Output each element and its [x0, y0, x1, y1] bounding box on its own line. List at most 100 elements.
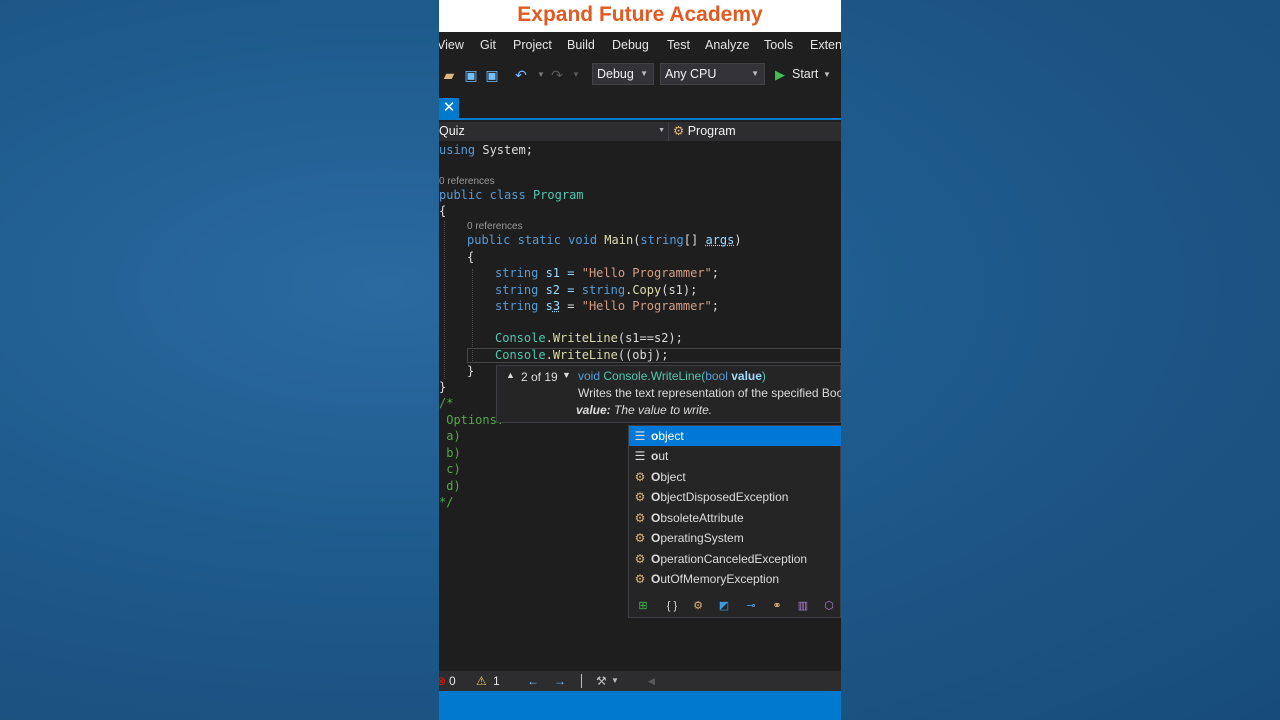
error-icon[interactable]: ⊗ [439, 671, 446, 691]
menu-extensions[interactable]: Extens [810, 38, 841, 52]
chevron-down-icon: ▼ [640, 69, 648, 78]
class-icon: ⚙ [634, 470, 646, 484]
menu-debug[interactable]: Debug [612, 38, 649, 52]
completion-item[interactable]: ⚙ ObsoleteAttribute [629, 508, 841, 528]
menu-bar: View Git Project Build Debug Test Analyz… [439, 32, 841, 58]
completion-item-label: Object [651, 470, 686, 484]
error-count: 0 [449, 674, 456, 688]
warning-count: 1 [493, 674, 500, 688]
completion-item-label: ObsoleteAttribute [651, 511, 744, 525]
warning-icon[interactable]: ⚠ [476, 671, 487, 691]
active-tab-indicator [439, 118, 841, 120]
project-dropdown[interactable]: Quiz ▼ [439, 122, 669, 141]
code-line: public static void Main(string[] args) [467, 233, 742, 247]
overload-counter: 2 of 19 [521, 370, 558, 384]
arrow-up-icon[interactable]: ▲ [506, 370, 515, 380]
completion-item-label: OperationCanceledException [651, 552, 808, 566]
document-tab-row: ✕ [439, 94, 841, 124]
completion-item[interactable]: ⚙ OperationCanceledException [629, 549, 841, 569]
status-bar [439, 691, 841, 720]
menu-analyze[interactable]: Analyze [705, 38, 749, 52]
toolbar: ▰ ▣ ▣ ↶ ▼ ↷ ▼ Debug ▼ Any CPU ▼ ▶ Start … [439, 58, 841, 94]
chevron-down-icon[interactable]: ▼ [819, 67, 835, 83]
code-line: } [467, 364, 475, 378]
code-line: public class Program [439, 188, 584, 202]
interface-icon[interactable]: ⊸ [742, 598, 760, 614]
completion-item-label: ObjectDisposedException [651, 490, 789, 504]
scroll-left-icon[interactable]: ◀ [648, 671, 655, 691]
code-comment: d) [439, 479, 461, 493]
cleanup-icon[interactable]: ⚒ [596, 671, 607, 691]
chevron-down-icon[interactable]: ▼ [533, 67, 549, 83]
namespace-icon[interactable]: { } [663, 598, 681, 614]
completion-item[interactable]: ⚙ ObjectDisposedException [629, 487, 841, 507]
menu-view[interactable]: View [439, 38, 464, 52]
open-folder-icon[interactable]: ▰ [441, 67, 457, 83]
menu-build[interactable]: Build [567, 38, 595, 52]
redo-icon[interactable]: ↷ [549, 67, 565, 83]
signature-description: Writes the text representation of the sp… [578, 386, 841, 400]
close-icon[interactable]: ✕ [439, 98, 459, 118]
menu-tools[interactable]: Tools [764, 38, 793, 52]
code-line: { [439, 204, 447, 218]
signature-help-tooltip: ▲ 2 of 19 ▼ void Console.WriteLine(bool … [496, 365, 841, 423]
separator [581, 674, 582, 688]
platform-value: Any CPU [665, 67, 717, 81]
class-icon[interactable]: ⚙ [689, 598, 707, 614]
snippet-icon[interactable]: ⊞ [634, 598, 652, 614]
navigation-bar: Quiz ▼ ⚙ Program [439, 122, 841, 141]
code-line: string s2 = string.Copy(s1); [495, 283, 698, 297]
completion-item[interactable]: ⚙ Object [629, 467, 841, 487]
module-icon[interactable]: ⬡ [820, 598, 838, 614]
arrow-down-icon[interactable]: ▼ [562, 370, 571, 380]
undo-icon[interactable]: ↶ [513, 67, 529, 83]
chevron-down-icon[interactable]: ▼ [568, 67, 584, 83]
banner-title: Expand Future Academy [517, 3, 763, 26]
menu-test[interactable]: Test [667, 38, 690, 52]
type-name: Program [687, 124, 736, 138]
completion-item[interactable]: ⚙ OperatingSystem [629, 528, 841, 548]
code-comment: /* [439, 396, 454, 410]
completion-item-label: out [651, 449, 669, 463]
completion-item-label: OperatingSystem [651, 531, 744, 545]
completion-item[interactable]: ⚙ OutOfMemoryException [629, 569, 841, 589]
class-icon: ⚙ [673, 124, 685, 138]
delegate-icon[interactable]: ⚭ [768, 598, 786, 614]
configuration-value: Debug [597, 67, 634, 81]
class-icon: ⚙ [634, 552, 646, 566]
platform-dropdown[interactable]: Any CPU ▼ [660, 63, 765, 85]
arrow-right-icon[interactable]: → [554, 671, 566, 691]
error-status-bar: ⊗ 0 ⚠ 1 ← → ⚒ ▼ ◀ [439, 671, 841, 691]
configuration-dropdown[interactable]: Debug ▼ [592, 63, 654, 85]
completion-item[interactable]: ☰ out [629, 446, 841, 466]
code-comment: Options: [439, 413, 505, 427]
keyword-icon: ☰ [634, 449, 646, 463]
code-line-current: Console.WriteLine((obj); [495, 348, 669, 362]
arrow-left-icon[interactable]: ← [527, 671, 539, 691]
play-icon[interactable]: ▶ [772, 67, 788, 83]
struct-icon[interactable]: ◩ [715, 598, 733, 614]
project-name: Quiz [439, 124, 465, 138]
start-button[interactable]: Start [792, 67, 818, 81]
chevron-down-icon: ▼ [751, 69, 759, 78]
completion-item[interactable]: ☰ object [629, 426, 841, 446]
menu-git[interactable]: Git [480, 38, 496, 52]
ide-window: Expand Future Academy View Git Project B… [439, 0, 841, 720]
menu-project[interactable]: Project [513, 38, 552, 52]
enum-icon[interactable]: ▥ [794, 598, 812, 614]
chevron-down-icon[interactable]: ▼ [611, 671, 619, 691]
save-icon[interactable]: ▣ [463, 67, 479, 83]
code-comment: a) [439, 429, 461, 443]
parameter-info: value: The value to write. [576, 403, 713, 417]
save-all-icon[interactable]: ▣ [484, 67, 500, 83]
indent-guide [444, 221, 445, 379]
channel-banner: Expand Future Academy [439, 0, 841, 32]
code-line: string s3 = "Hello Programmer"; [495, 299, 720, 313]
code-comment: b) [439, 446, 461, 460]
code-editor[interactable]: using System; 0 references public class … [439, 141, 841, 671]
code-comment: */ [439, 495, 454, 509]
completion-list: ☰ object ☰ out ⚙ Object ⚙ ObjectDisposed… [628, 425, 841, 618]
code-line: Console.WriteLine(s1==s2); [495, 331, 683, 345]
class-icon: ⚙ [634, 572, 646, 586]
type-dropdown[interactable]: ⚙ Program [673, 122, 841, 141]
